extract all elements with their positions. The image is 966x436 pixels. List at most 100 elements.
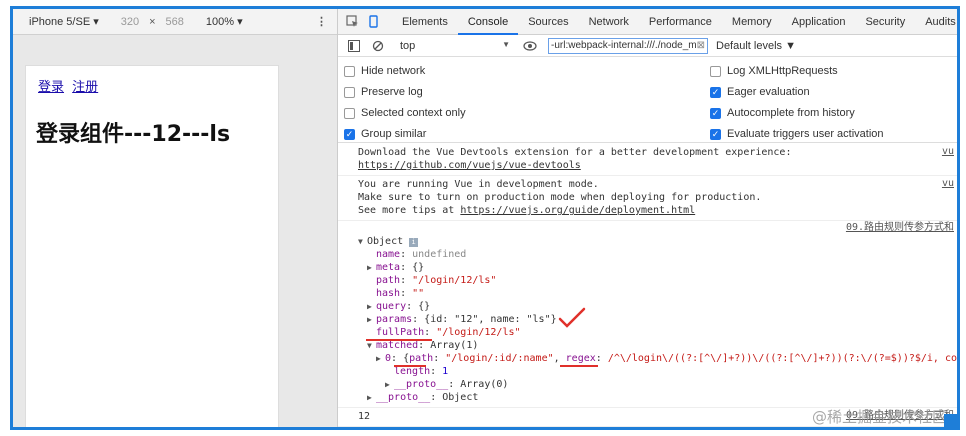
tab-application[interactable]: Application bbox=[782, 9, 856, 35]
console-prompt[interactable]: › bbox=[338, 427, 958, 430]
message-text: Make sure to turn on production mode whe… bbox=[358, 192, 762, 203]
object-label: Object bbox=[367, 236, 404, 247]
corner-marker bbox=[944, 414, 957, 427]
tab-elements[interactable]: Elements bbox=[392, 9, 458, 35]
device-viewport: 登录 注册 登录组件---12---ls bbox=[25, 65, 279, 427]
prop-meta[interactable]: ▶ meta: {} bbox=[358, 261, 957, 274]
autocomplete-option[interactable]: ✓ Autocomplete from history bbox=[710, 107, 855, 119]
tab-memory[interactable]: Memory bbox=[722, 9, 782, 35]
register-link[interactable]: 注册 bbox=[72, 80, 98, 95]
prop-value: {id: "12", name: "ls"} bbox=[424, 314, 557, 325]
expand-triangle-icon[interactable]: ▶ bbox=[367, 261, 376, 274]
expand-triangle-icon[interactable]: ▶ bbox=[385, 378, 394, 391]
group-similar-checkbox[interactable]: ✓ bbox=[344, 128, 355, 140]
watermark: @稀土掘金技术社区 bbox=[811, 408, 947, 426]
log-xml-checkbox[interactable] bbox=[710, 65, 721, 77]
evaluate-triggers-option[interactable]: ✓ Evaluate triggers user activation bbox=[710, 128, 884, 140]
prop-matched[interactable]: ▼ matched: Array(1) bbox=[358, 339, 957, 352]
tab-security[interactable]: Security bbox=[855, 9, 915, 35]
prop-proto-object[interactable]: ▶ __proto__: Object bbox=[358, 391, 957, 404]
tab-performance[interactable]: Performance bbox=[639, 9, 722, 35]
evaluate-triggers-checkbox[interactable]: ✓ bbox=[710, 128, 721, 140]
eager-eval-label: Eager evaluation bbox=[727, 86, 810, 98]
prop-value: /^\/login\/((?:[^\/]+?))\/((?:[^\/]+?))(… bbox=[607, 353, 960, 364]
page-links: 登录 注册 bbox=[38, 76, 102, 95]
tab-sources[interactable]: Sources bbox=[518, 9, 578, 35]
preserve-log-option[interactable]: Preserve log bbox=[344, 86, 423, 98]
console-filter-input[interactable]: -url:webpack-internal:///./node_m ⊠ bbox=[548, 37, 708, 54]
prop-key: path bbox=[409, 353, 434, 364]
prop-value: "/login/:id/:name" bbox=[445, 353, 554, 364]
info-icon: i bbox=[409, 238, 419, 247]
deployment-link[interactable]: https://vuejs.org/guide/deployment.html bbox=[460, 205, 695, 216]
inspect-element-icon[interactable] bbox=[346, 14, 359, 30]
prop-key: hash bbox=[376, 288, 401, 299]
prop-key: query bbox=[376, 301, 407, 312]
more-options-icon[interactable]: ⋮ bbox=[316, 15, 327, 28]
expand-triangle-icon[interactable]: ▼ bbox=[358, 235, 367, 248]
device-select[interactable]: iPhone 5/SE ▾ bbox=[29, 15, 99, 28]
prop-fullpath: fullPath: "/login/12/ls" bbox=[358, 326, 957, 341]
expand-triangle-icon[interactable]: ▶ bbox=[367, 313, 376, 326]
prop-key: regex bbox=[565, 353, 596, 364]
log-levels-select[interactable]: Default levels ▼ bbox=[716, 40, 796, 52]
evaluate-triggers-label: Evaluate triggers user activation bbox=[727, 128, 884, 140]
prop-value: "/login/12/ls" bbox=[412, 275, 497, 286]
prop-params[interactable]: ▶ params: {id: "12", name: "ls"} bbox=[358, 307, 957, 328]
device-height[interactable]: 568 bbox=[166, 16, 184, 28]
eager-eval-checkbox[interactable]: ✓ bbox=[710, 86, 721, 98]
preserve-log-checkbox[interactable] bbox=[344, 86, 355, 98]
selected-context-option[interactable]: Selected context only bbox=[344, 107, 466, 119]
red-underline-annotation bbox=[366, 339, 432, 341]
prop-key: __proto__ bbox=[376, 392, 431, 403]
object-root[interactable]: ▼ Object i bbox=[358, 235, 957, 248]
expand-triangle-icon[interactable]: ▶ bbox=[367, 300, 376, 313]
devtools-tabbar: Elements Console Sources Network Perform… bbox=[338, 9, 957, 35]
clear-filter-icon[interactable]: ⊠ bbox=[697, 39, 705, 53]
tab-network[interactable]: Network bbox=[579, 9, 639, 35]
device-toolbar: iPhone 5/SE ▾ 320 × 568 100% ▾ ⋮ bbox=[13, 9, 337, 35]
eager-eval-option[interactable]: ✓ Eager evaluation bbox=[710, 86, 810, 98]
prop-proto-array[interactable]: ▶ __proto__: Array(0) bbox=[358, 378, 957, 391]
group-similar-option[interactable]: ✓ Group similar bbox=[344, 128, 426, 140]
selected-context-label: Selected context only bbox=[361, 107, 466, 119]
prop-key: 0 bbox=[385, 353, 392, 364]
message-source-link[interactable]: vu bbox=[942, 146, 954, 158]
log-xml-option[interactable]: Log XMLHttpRequests bbox=[710, 65, 838, 77]
tab-audits[interactable]: Audits bbox=[915, 9, 957, 35]
live-expression-eye-icon[interactable] bbox=[522, 40, 538, 51]
prop-key: params bbox=[376, 314, 413, 325]
devtools-link[interactable]: https://github.com/vuejs/vue-devtools bbox=[358, 160, 581, 171]
sidebar-toggle-icon[interactable] bbox=[346, 39, 362, 52]
log-xml-label: Log XMLHttpRequests bbox=[727, 65, 838, 77]
clear-console-icon[interactable] bbox=[370, 40, 386, 52]
object-source-link[interactable]: 09.路由规则传参方式和 bbox=[846, 222, 954, 234]
expand-triangle-icon[interactable]: ▶ bbox=[367, 391, 376, 404]
prop-value: "" bbox=[412, 288, 425, 299]
login-link[interactable]: 登录 bbox=[38, 80, 64, 95]
prop-query[interactable]: ▶ query: {} bbox=[358, 300, 957, 313]
autocomplete-checkbox[interactable]: ✓ bbox=[710, 107, 721, 119]
prop-value: undefined bbox=[412, 249, 467, 260]
expand-triangle-icon[interactable]: ▶ bbox=[376, 352, 385, 365]
prop-name: name: undefined bbox=[376, 249, 467, 260]
device-width[interactable]: 320 bbox=[121, 16, 139, 28]
context-value: top bbox=[400, 39, 416, 52]
prop-value: Array(0) bbox=[460, 379, 509, 390]
context-select[interactable]: top ▼ bbox=[400, 40, 510, 52]
screenshot-frame: iPhone 5/SE ▾ 320 × 568 100% ▾ ⋮ 登录 注册 登… bbox=[10, 6, 960, 430]
prop-key: __proto__ bbox=[394, 379, 449, 390]
tab-console[interactable]: Console bbox=[457, 9, 519, 35]
device-toggle-icon[interactable] bbox=[367, 14, 380, 30]
message-source-link[interactable]: vu bbox=[942, 178, 954, 190]
prompt-chevron-icon: › bbox=[358, 429, 364, 430]
hide-network-checkbox[interactable] bbox=[344, 65, 355, 77]
matched-item-0[interactable]: ▶ 0: {path: "/login/:id/:name", regex: /^… bbox=[358, 352, 960, 367]
console-message: You are running Vue in development mode.… bbox=[338, 176, 957, 221]
hide-network-option[interactable]: Hide network bbox=[344, 65, 425, 77]
console-settings: Hide network Preserve log Selected conte… bbox=[338, 57, 957, 143]
selected-context-checkbox[interactable] bbox=[344, 107, 355, 119]
prop-key: matched bbox=[376, 340, 419, 351]
zoom-select[interactable]: 100% ▾ bbox=[206, 15, 243, 28]
red-underline-annotation bbox=[394, 365, 426, 367]
